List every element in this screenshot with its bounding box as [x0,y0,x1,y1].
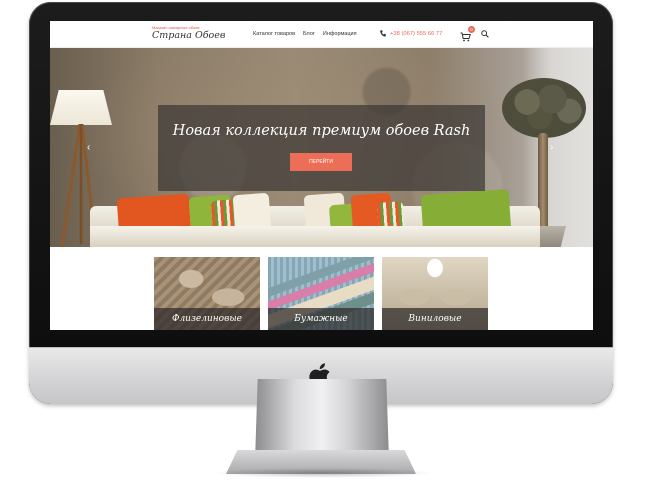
sofa-seat [90,226,540,247]
cart-icon [460,32,471,42]
brand-name: Страна Обоев [152,30,226,41]
category-label: Флизелиновые [154,308,260,330]
website-screen: Магазин шикарных обоев Страна Обоев Ката… [50,21,593,330]
category-label: Бумажные [268,308,374,330]
lamp-shade [50,90,112,125]
cart-count-badge: 0 [468,26,475,33]
hero-cta-button[interactable]: ПЕРЕЙТИ [290,153,352,171]
nav-info[interactable]: Информация [323,31,357,37]
category-label: Виниловые [382,308,488,330]
category-grid: Флизелиновые Бумажные Виниловые [50,247,593,330]
brand-logo[interactable]: Магазин шикарных обоев Страна Обоев [152,25,225,42]
search-icon[interactable] [481,30,489,38]
imac-stand [255,379,389,461]
hero-title: Новая коллекция премиум обоев Rash [172,123,471,139]
slider-next-arrow[interactable]: › [550,143,558,153]
category-card-nonwoven[interactable]: Флизелиновые [154,257,260,330]
category-card-paper[interactable]: Бумажные [268,257,374,330]
category-card-vinyl[interactable]: Виниловые [382,257,488,330]
nav-catalog[interactable]: Каталог товаров [253,31,295,37]
tree-canopy [502,78,586,138]
slider-prev-arrow[interactable]: ‹ [87,143,95,153]
cart-button[interactable]: 0 [460,26,475,42]
site-header: Магазин шикарных обоев Страна Обоев Ката… [50,21,593,48]
phone-number: +38 (067) 555 66 77 [390,30,443,37]
phone-icon [380,30,386,37]
hero-slider: ‹ › Новая коллекция премиум обоев Rash П… [50,48,593,247]
header-phone[interactable]: +38 (067) 555 66 77 [380,30,442,37]
hero-banner: Новая коллекция премиум обоев Rash ПЕРЕЙ… [158,105,485,191]
main-nav: Каталог товаров Блог Информация [253,31,357,37]
nav-blog[interactable]: Блог [303,31,315,37]
sofa-image [90,188,540,247]
stand-shadow [210,468,434,478]
